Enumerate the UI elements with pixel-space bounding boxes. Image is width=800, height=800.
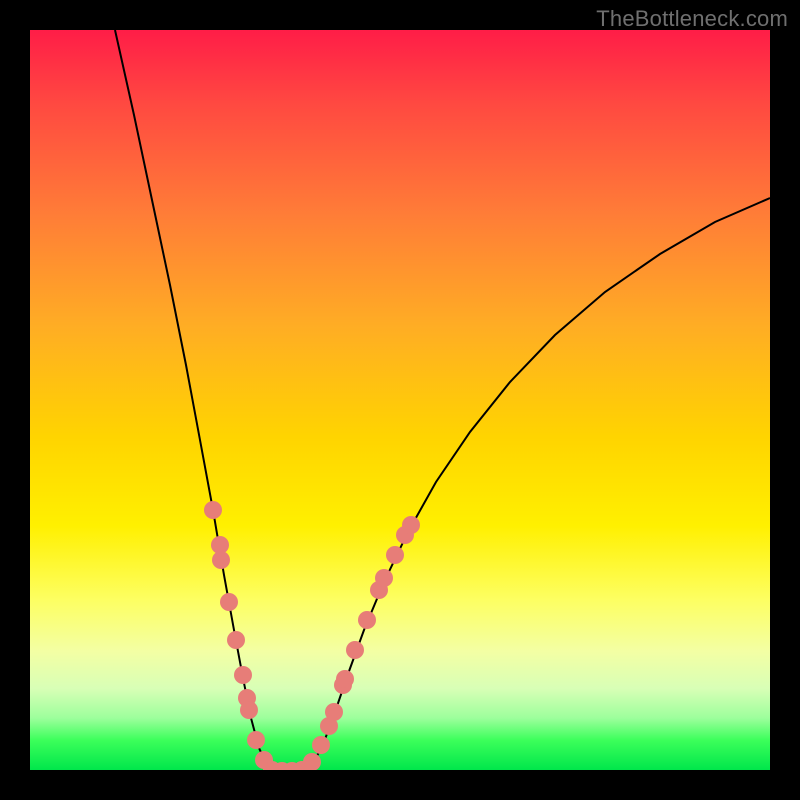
data-marker [375,569,393,587]
data-marker [402,516,420,534]
data-marker [336,670,354,688]
data-marker [240,701,258,719]
data-marker [212,551,230,569]
watermark-text: TheBottleneck.com [596,6,788,32]
data-marker [358,611,376,629]
markers-group [204,501,420,770]
bottleneck-curve-svg [30,30,770,770]
data-marker [204,501,222,519]
data-marker [386,546,404,564]
data-marker [346,641,364,659]
data-marker [234,666,252,684]
data-marker [325,703,343,721]
chart-plot-area [30,30,770,770]
data-marker [312,736,330,754]
curve-path [115,30,770,770]
data-marker [227,631,245,649]
data-marker [220,593,238,611]
data-marker [247,731,265,749]
